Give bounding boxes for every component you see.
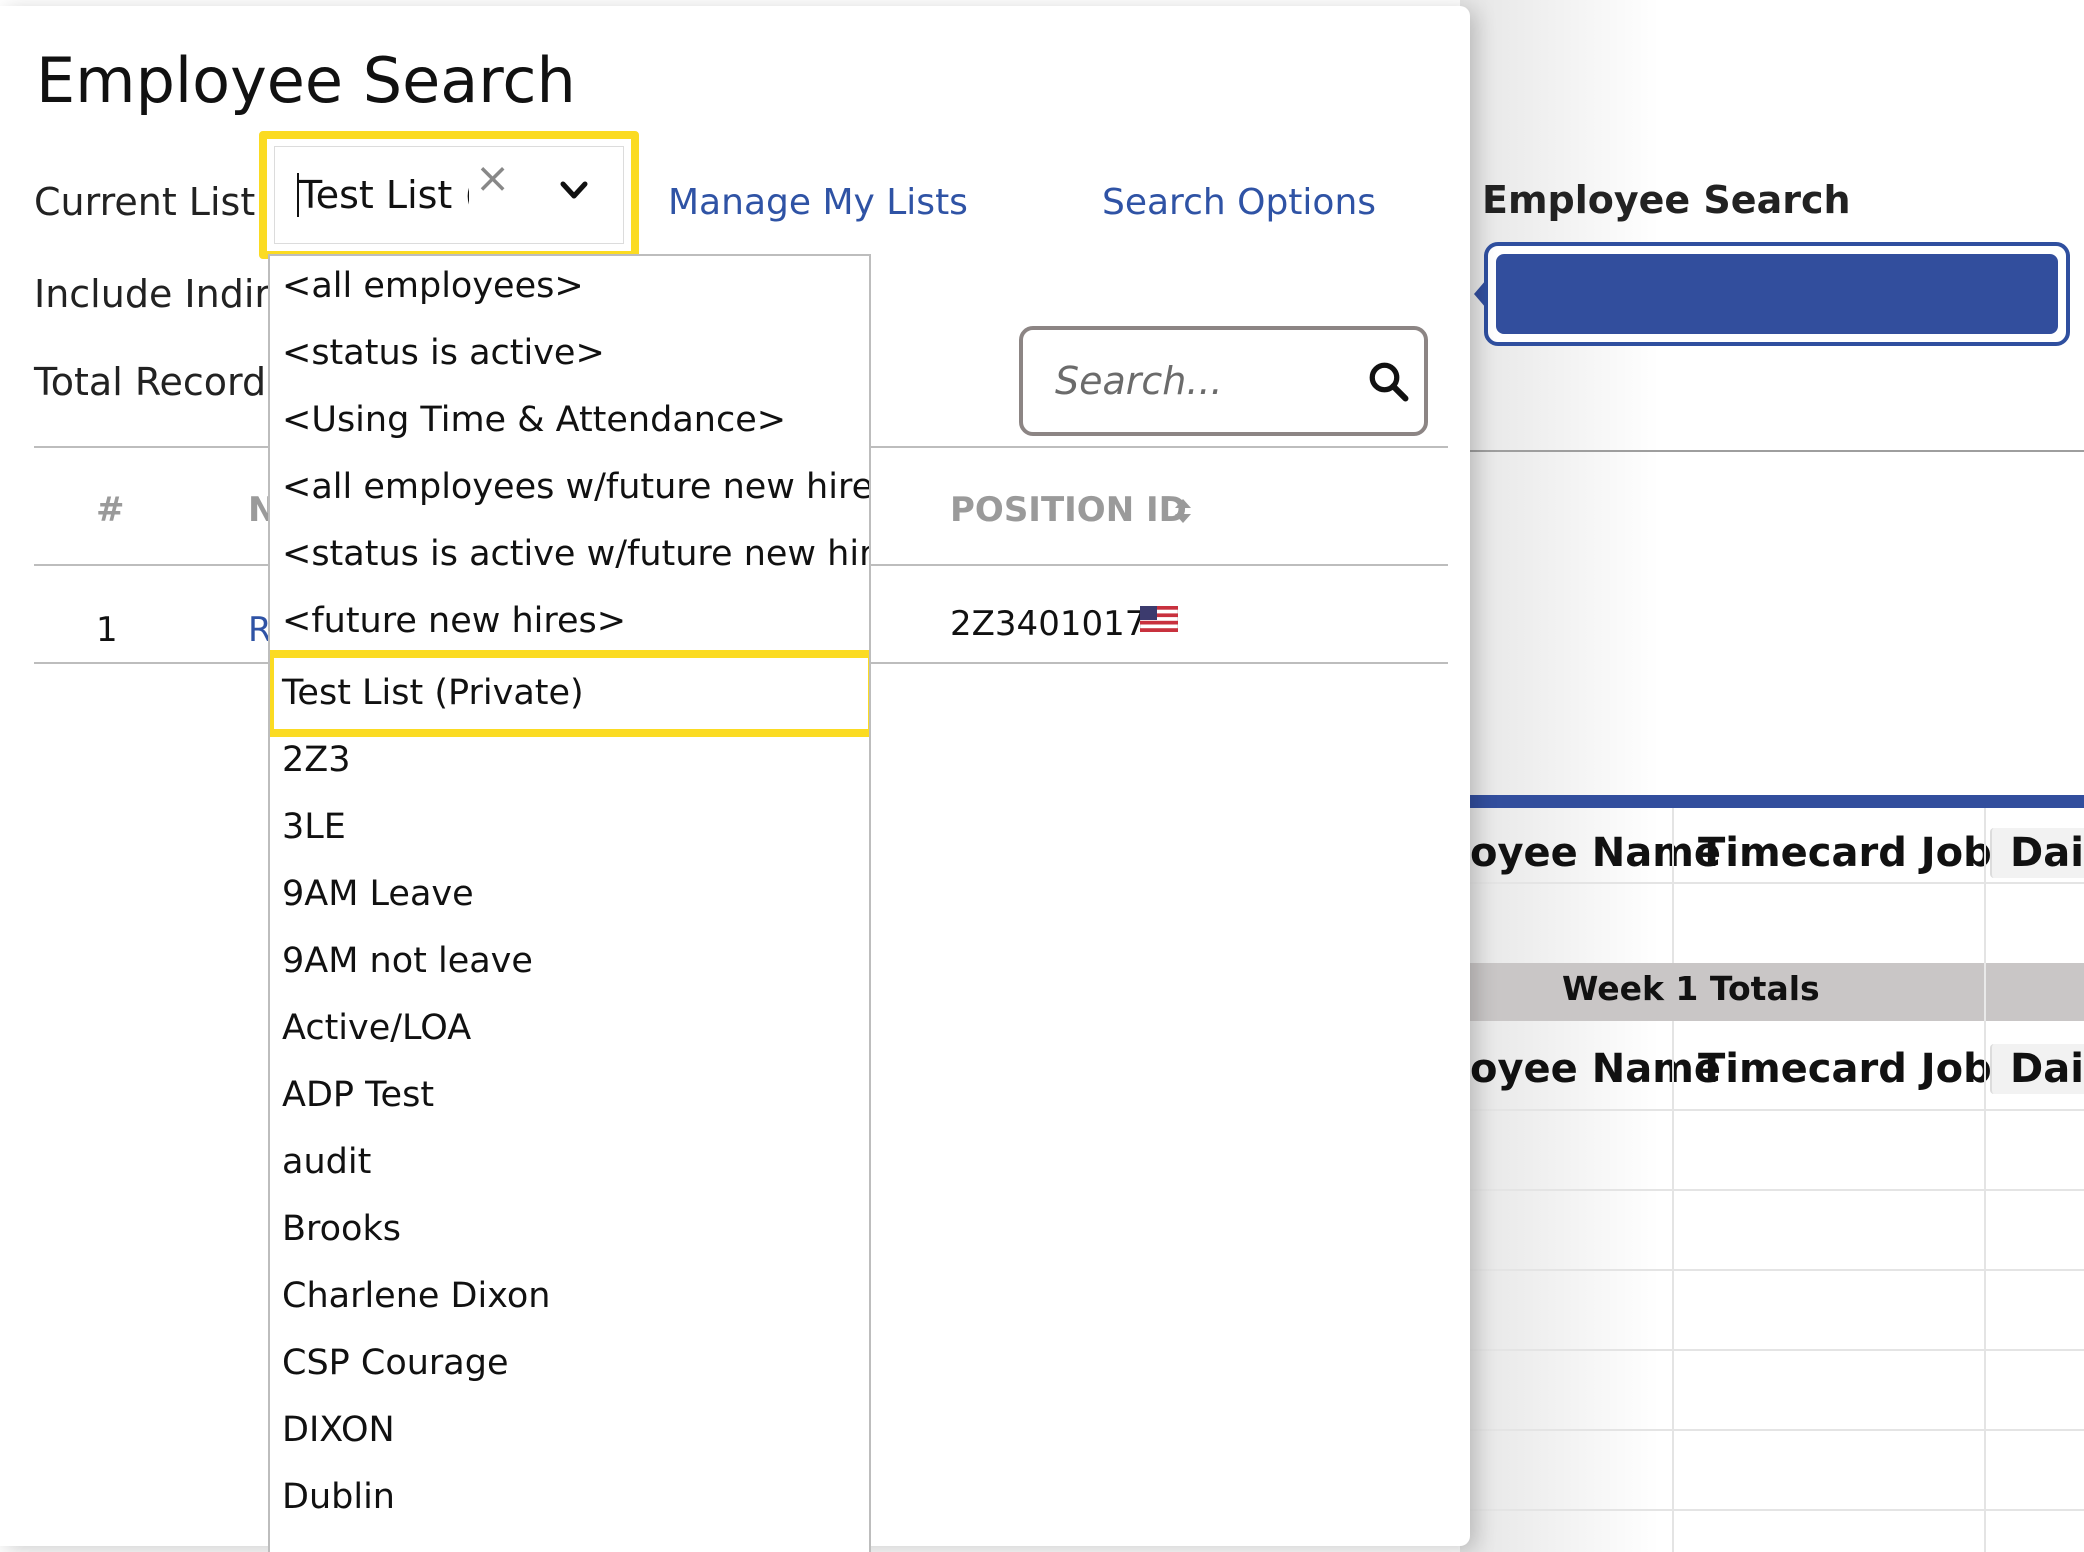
column-header-daily[interactable]: Dail: [2010, 830, 2084, 876]
week-totals-row: Week 1 Totals: [1470, 963, 2084, 1021]
table-row: [1470, 1269, 2084, 1351]
sort-icon[interactable]: [1173, 496, 1193, 526]
dropdown-option-3le[interactable]: 3LE: [282, 797, 346, 857]
modal-title: Employee Search: [36, 44, 576, 117]
dropdown-option-9am-not-leave[interactable]: 9AM not leave: [282, 931, 533, 991]
dropdown-option-using-time-attendance[interactable]: <Using Time & Attendance>: [282, 390, 786, 450]
background-blue-button[interactable]: [1484, 242, 2070, 346]
dropdown-option-status-active[interactable]: <status is active>: [282, 323, 605, 383]
dropdown-option-charlene-dixon[interactable]: Charlene Dixon: [282, 1266, 550, 1326]
column-header-timecard-job-2[interactable]: Timecard Job: [1698, 1046, 1992, 1092]
dropdown-option-adp-test[interactable]: ADP Test: [282, 1065, 434, 1125]
total-records-label: Total Records: [34, 360, 286, 404]
dropdown-option-active-loa[interactable]: Active/LOA: [282, 998, 471, 1058]
chevron-down-icon[interactable]: [559, 175, 589, 205]
position-id-value: 2Z3401017: [950, 604, 1147, 644]
us-flag-icon: [1140, 606, 1178, 632]
dropdown-option-dublin[interactable]: Dublin: [282, 1467, 395, 1527]
column-header-employee-name[interactable]: oyee Name: [1470, 830, 1721, 876]
week-totals-label: Week 1 Totals: [1562, 969, 1820, 1008]
dropdown-option-dixon[interactable]: DIXON: [282, 1400, 395, 1460]
current-list-label: Current List: [34, 180, 256, 224]
column-header-timecard-job[interactable]: Timecard Job: [1698, 830, 1992, 876]
column-header-daily-2[interactable]: Dail: [2010, 1046, 2084, 1092]
dropdown-option-future-new-hires[interactable]: <future new hires>: [282, 591, 626, 651]
search-box: [1019, 326, 1428, 436]
clear-icon[interactable]: ×: [475, 157, 510, 199]
column-header-position-id[interactable]: POSITION ID: [950, 490, 1187, 530]
current-list-select[interactable]: Test List (Private) ×: [274, 146, 624, 244]
table-row: [1470, 1349, 2084, 1431]
list-dropdown: <all employees> <status is active> <Usin…: [268, 254, 871, 1552]
search-input[interactable]: [1053, 354, 1357, 408]
dropdown-option-2z3[interactable]: 2Z3: [282, 730, 351, 790]
dropdown-option-csp-courage[interactable]: CSP Courage: [282, 1333, 509, 1393]
column-header-employee-name-2[interactable]: oyee Name: [1470, 1046, 1721, 1092]
background-title: Employee Search: [1482, 178, 1851, 222]
table-row: [1470, 1429, 2084, 1511]
column-header-number: #: [96, 490, 125, 530]
current-list-value[interactable]: Test List (Private): [299, 173, 469, 221]
dropdown-option-all-employees[interactable]: <all employees>: [282, 256, 584, 316]
dropdown-option-brooks[interactable]: Brooks: [282, 1199, 401, 1259]
row-number: 1: [96, 610, 118, 650]
table-row: [1470, 1189, 2084, 1271]
divider: [1470, 450, 2084, 452]
include-indirect-label: Include Indire: [34, 272, 293, 316]
dropdown-option-test-list[interactable]: Test List (Private): [282, 663, 584, 723]
dropdown-option-active-future-hires[interactable]: <status is active w/future new hires>: [282, 524, 869, 584]
dropdown-option-9am-leave[interactable]: 9AM Leave: [282, 864, 474, 924]
dropdown-option-all-future-hires[interactable]: <all employees w/future new hires>: [282, 457, 869, 517]
manage-my-lists-link[interactable]: Manage My Lists: [668, 182, 968, 223]
dropdown-option-audit[interactable]: audit: [282, 1132, 371, 1192]
timecard-header-bar: [1470, 795, 2084, 808]
search-options-link[interactable]: Search Options: [1102, 182, 1376, 223]
search-icon[interactable]: [1367, 360, 1409, 402]
table-row: [1470, 1109, 2084, 1191]
